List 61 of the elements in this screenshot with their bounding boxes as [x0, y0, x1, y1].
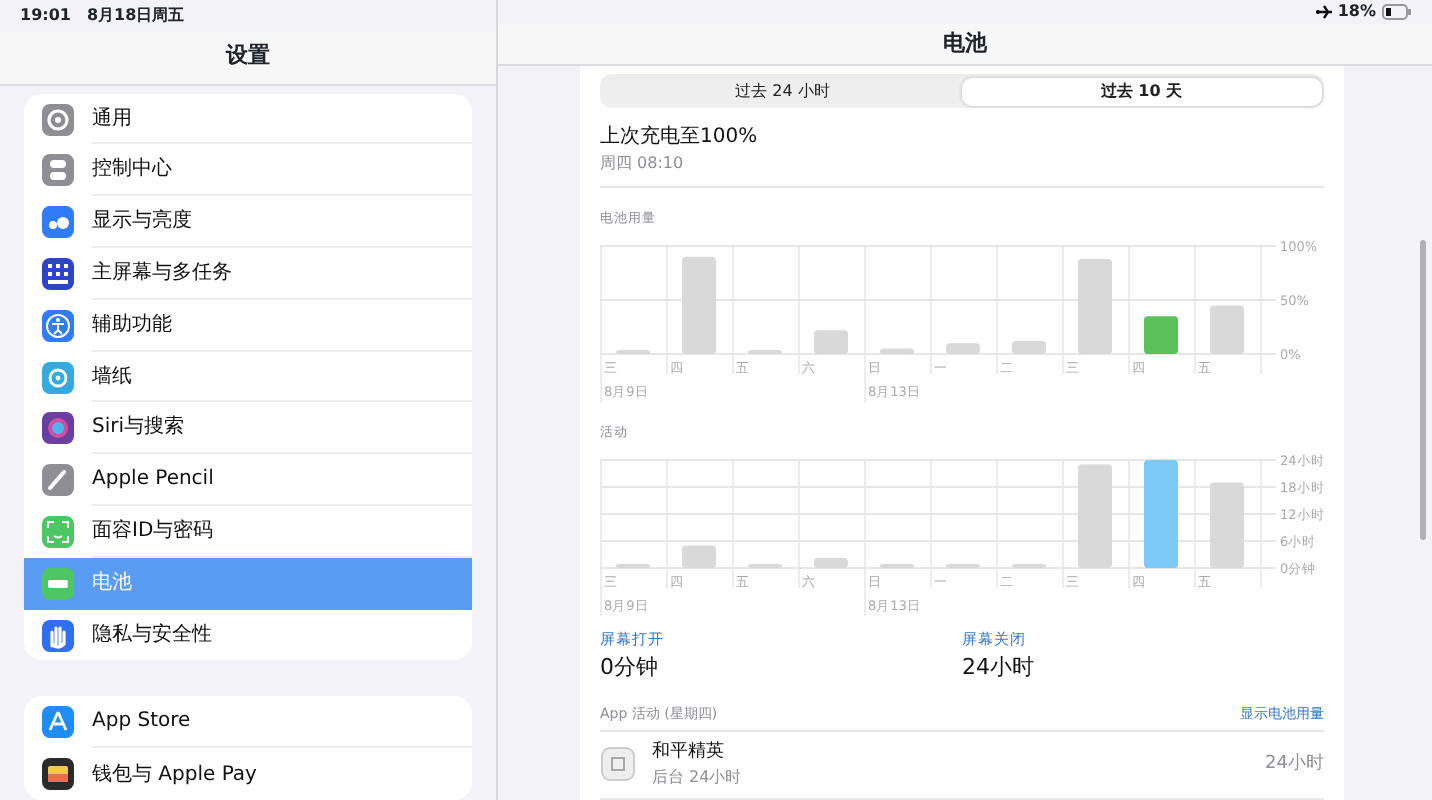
app-icon: [600, 746, 636, 783]
circles-icon: [42, 206, 74, 239]
chart-bar: [748, 350, 782, 355]
battery-percent: 18%: [1337, 0, 1376, 24]
page-title: 电池: [498, 24, 1432, 67]
chart-bar: [946, 343, 980, 355]
chart-bar: [946, 564, 980, 569]
face-icon: [42, 515, 74, 548]
accessibility-icon: [42, 309, 74, 342]
grid-icon: [42, 257, 74, 290]
settings-item[interactable]: 钱包与 Apple Pay: [24, 748, 472, 800]
chart-bar: [682, 546, 716, 569]
toggles-icon: [42, 154, 74, 187]
settings-item[interactable]: Siri与搜索: [24, 402, 472, 455]
battery-icon: [42, 567, 74, 600]
settings-item[interactable]: 主屏幕与多任务: [24, 248, 472, 300]
segment-tab[interactable]: 过去 24 小时: [603, 77, 962, 106]
battery-icon: [1382, 4, 1412, 20]
sidebar-title: 设置: [0, 31, 496, 86]
settings-item[interactable]: 辅助功能: [24, 299, 472, 352]
segment-tab[interactable]: 过去 10 天: [962, 77, 1321, 106]
chart-bar: [880, 349, 914, 355]
chart-bar: [616, 350, 650, 355]
chart-bar: [1078, 465, 1112, 569]
orb-icon: [42, 412, 74, 445]
store-icon: [42, 706, 74, 739]
hand-icon: [42, 619, 74, 651]
settings-item[interactable]: 显示与亮度: [24, 196, 472, 249]
settings-item[interactable]: 通用: [24, 93, 472, 145]
chart-bar: [1078, 259, 1112, 355]
chart-bar: [682, 257, 716, 355]
app-row[interactable]: 和平精英 后台 24小时 24小时: [600, 731, 1324, 800]
chart-bar: [1144, 316, 1178, 355]
wallet-icon: [42, 758, 74, 791]
settings-item[interactable]: Apple Pencil: [24, 454, 472, 507]
last-charge-title: 上次充电至100%: [600, 123, 760, 153]
app-time: 24小时: [1265, 751, 1324, 777]
chart-bar: [1144, 460, 1178, 569]
status-time: 19:01: [20, 3, 71, 28]
settings-item[interactable]: 控制中心: [24, 144, 472, 197]
status-date: 8月18日周五: [86, 3, 185, 28]
stat-value: 0分钟: [600, 651, 658, 683]
settings-item[interactable]: 隐私与安全性: [24, 609, 472, 661]
chart-bar: [616, 564, 650, 569]
chart-bar: [748, 564, 782, 569]
chart-bar: [1012, 564, 1046, 569]
settings-item[interactable]: App Store: [24, 696, 472, 749]
stat-value: 24小时: [962, 651, 1034, 683]
airplane-icon: [1315, 4, 1332, 20]
gear-icon: [42, 103, 74, 136]
pencil-icon: [42, 464, 74, 497]
chart-bar: [814, 330, 848, 355]
chart-bar: [1210, 483, 1244, 569]
app-name: 和平精英: [652, 739, 726, 765]
chart-bar: [1012, 341, 1046, 355]
last-charge-time: 周四 08:10: [600, 152, 686, 177]
chart-bar: [880, 564, 914, 569]
settings-item[interactable]: 墙纸: [24, 351, 472, 403]
chart-bar: [814, 558, 848, 569]
chart-bar: [1210, 305, 1244, 355]
app-detail: 后台 24小时: [652, 766, 742, 790]
